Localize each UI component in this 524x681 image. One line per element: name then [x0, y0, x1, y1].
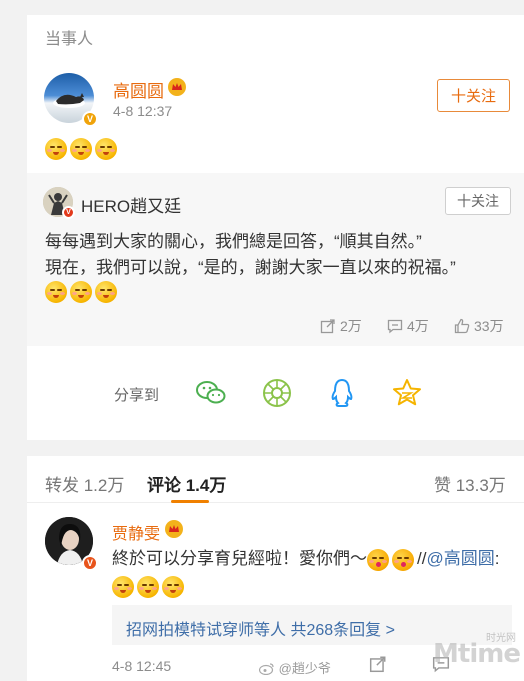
blush-emoji-icon	[45, 281, 67, 303]
thumbs-up-icon	[454, 318, 470, 334]
blush-emoji-icon	[70, 281, 92, 303]
repost-text-line2: 現在，我們可以說，“是的，謝謝大家一直以來的祝福。”	[45, 258, 456, 277]
share-bar: 分享到	[27, 346, 524, 440]
blush-emoji-icon	[70, 138, 92, 160]
comment-icon	[387, 319, 403, 334]
blush-emoji-icon	[137, 575, 159, 598]
comment-count-text: 4万	[407, 318, 429, 334]
comment-time: 4-8 12:45	[112, 658, 172, 674]
watermark-handle-text: @趙少爷	[278, 661, 331, 676]
repost-text: 每每遇到大家的關心，我們總是回答，“順其自然。” 現在，我們可以說，“是的，謝謝…	[45, 229, 515, 281]
qzone-star-icon[interactable]	[391, 377, 423, 409]
moments-icon[interactable]	[261, 377, 293, 409]
comment-text: 終於可以分享育兒經啦！愛你們～//@高圆圆:	[112, 545, 512, 599]
kiss-emoji-icon	[392, 548, 414, 571]
repost-text-line1: 每每遇到大家的關心，我們總是回答，“順其自然。”	[45, 232, 422, 251]
mention-colon: :	[494, 549, 500, 568]
replies-names: 招网拍模特试穿师等人	[126, 622, 287, 639]
blush-emoji-icon	[95, 138, 117, 160]
verified-badge-icon: V	[82, 555, 98, 571]
blush-emoji-icon	[95, 281, 117, 303]
comment-author-name[interactable]: 贾静雯	[112, 520, 160, 544]
post-time: 4-8 12:37	[113, 103, 173, 119]
kiss-emoji-icon	[367, 548, 389, 571]
replies-link[interactable]: 招网拍模特试穿师等人 共268条回复 >	[126, 616, 395, 640]
tab-comment[interactable]: 评论 1.4万	[147, 471, 226, 496]
mention-link[interactable]: @高圆圆	[426, 549, 494, 568]
vip-crown-icon	[165, 520, 183, 538]
share-icon	[320, 319, 335, 334]
main-post: V 高圆圆 4-8 12:37 十关注	[27, 55, 524, 173]
section-header: 当事人	[27, 15, 524, 55]
repost-emoji-row	[45, 281, 120, 303]
comment-item: V 贾静雯 終於可以分享育兒經啦！愛你們～//@高圆圆: 招网拍模特试穿师等人 …	[27, 503, 524, 681]
share-icon	[369, 656, 386, 673]
blush-emoji-icon	[112, 575, 134, 598]
repost-follow-button[interactable]: 十关注	[445, 187, 511, 215]
weibo-logo-icon	[258, 663, 274, 676]
wechat-icon[interactable]	[195, 377, 227, 409]
share-count-text: 2万	[340, 318, 362, 334]
repost-like-count[interactable]: 33万	[454, 316, 504, 336]
tab-like[interactable]: 赞 13.3万	[434, 471, 506, 496]
verified-badge-icon: V	[82, 111, 98, 127]
repost-author-name[interactable]: HERO趙又廷	[81, 192, 181, 217]
repost-share-count[interactable]: 2万	[320, 316, 362, 336]
blush-emoji-icon	[45, 138, 67, 160]
mtime-watermark: 时光网 Mtime	[433, 627, 524, 681]
qq-icon[interactable]	[326, 377, 358, 409]
comment-share-button[interactable]	[369, 655, 387, 678]
post-author-name[interactable]: 高圆圆	[113, 77, 164, 102]
follow-button[interactable]: 十关注	[437, 79, 510, 112]
share-label: 分享到	[114, 387, 160, 404]
repost-comment-count[interactable]: 4万	[387, 316, 429, 336]
watermark-logo-main: Mtime	[433, 639, 521, 669]
blush-emoji-icon	[162, 575, 184, 598]
watermark-handle: @趙少爷	[258, 658, 331, 677]
comment-text-prefix: 終於可以分享育兒經啦！愛你們～	[112, 549, 367, 568]
verified-badge-icon: V	[62, 206, 75, 219]
vip-crown-icon	[168, 78, 186, 96]
like-count-text: 33万	[474, 318, 504, 334]
tab-bar: 转发 1.2万 评论 1.4万 赞 13.3万	[27, 456, 524, 503]
section-label: 当事人	[45, 31, 94, 48]
replies-count: 共268条回复 >	[290, 622, 395, 639]
tab-repost[interactable]: 转发 1.2万	[45, 471, 124, 496]
post-emoji-row	[45, 138, 120, 160]
repost-card[interactable]: V HERO趙又廷 十关注 每每遇到大家的關心，我們總是回答，“順其自然。” 現…	[27, 173, 524, 346]
